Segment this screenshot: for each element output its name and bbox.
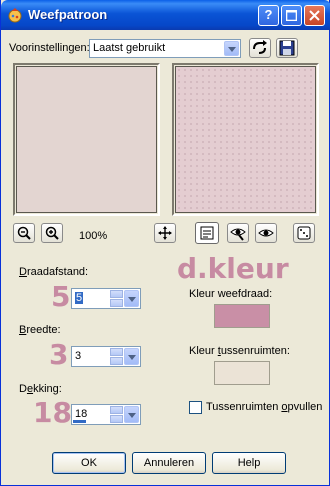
- gap-color-label: Kleur tussenruimten:: [189, 345, 290, 357]
- zoom-level: 100%: [79, 230, 108, 242]
- thread-width-spinner[interactable]: 5: [71, 288, 141, 309]
- dice-icon: [297, 226, 311, 240]
- chevron-down-icon[interactable]: [124, 406, 139, 423]
- coverage-annotation: 18: [33, 396, 72, 429]
- reset-preset-button[interactable]: [249, 38, 271, 58]
- close-icon: [309, 10, 320, 21]
- help-button[interactable]: Help: [212, 452, 286, 474]
- presets-value: Laatst gebruikt: [93, 42, 166, 54]
- up-arrow-icon[interactable]: [110, 290, 123, 298]
- help-title-button[interactable]: ?: [258, 5, 279, 26]
- preview-after-image: [175, 66, 316, 213]
- cancel-button[interactable]: Annuleren: [132, 452, 206, 474]
- down-arrow-icon[interactable]: [110, 299, 123, 307]
- eye-icon: [258, 229, 274, 237]
- fill-gaps-checkbox[interactable]: [189, 401, 202, 414]
- down-arrow-icon[interactable]: [110, 357, 123, 365]
- preview-on-image-toggle[interactable]: [195, 222, 219, 244]
- gap-color-swatch[interactable]: [214, 361, 270, 385]
- weave-color-swatch[interactable]: [214, 304, 270, 328]
- title-bar[interactable]: Weefpatroon ?: [1, 0, 330, 30]
- coverage-label: Dekking:: [19, 383, 62, 395]
- zoom-out-button[interactable]: [13, 223, 35, 243]
- presets-label: Voorinstellingen:: [9, 42, 90, 54]
- chevron-down-icon[interactable]: [124, 290, 139, 307]
- auto-proof-button[interactable]: [255, 223, 277, 243]
- down-arrow-icon[interactable]: [110, 415, 123, 423]
- pan-button[interactable]: [154, 223, 176, 243]
- close-button[interactable]: [304, 5, 325, 26]
- zoom-in-icon: [45, 226, 59, 240]
- up-arrow-icon[interactable]: [110, 348, 123, 356]
- width-spinner[interactable]: 3: [71, 346, 141, 367]
- width-stepper[interactable]: [110, 348, 123, 365]
- presets-dropdown[interactable]: Laatst gebruikt: [89, 39, 241, 58]
- floppy-disk-icon: [279, 40, 295, 56]
- width-value[interactable]: 3: [75, 350, 81, 362]
- preview-after: [172, 63, 319, 216]
- ok-button[interactable]: OK: [52, 452, 126, 474]
- maximize-icon: [285, 9, 298, 22]
- thread-width-annotation: 5: [51, 280, 71, 313]
- window-title: Weefpatroon: [28, 7, 108, 22]
- move-arrows-icon: [158, 226, 172, 240]
- width-annotation: 3: [49, 338, 69, 371]
- zoom-out-icon: [17, 226, 31, 240]
- app-icon: [8, 8, 22, 23]
- preview-window-icon: [200, 226, 214, 240]
- width-label: Breedte:: [19, 324, 61, 336]
- coverage-value[interactable]: 18: [75, 408, 87, 420]
- proof-button[interactable]: [227, 223, 249, 243]
- save-preset-button[interactable]: [276, 38, 298, 58]
- weave-color-label: Kleur weefdraad:: [189, 288, 273, 300]
- zoom-in-button[interactable]: [41, 223, 63, 243]
- thread-width-stepper[interactable]: [110, 290, 123, 307]
- dialog-window: Weefpatroon ? Voorinstellingen: Laatst g…: [0, 0, 330, 486]
- maximize-button[interactable]: [281, 5, 302, 26]
- eye-hand-icon: [230, 228, 246, 241]
- up-arrow-icon[interactable]: [110, 406, 123, 414]
- chevron-down-icon[interactable]: [224, 41, 239, 56]
- thread-width-label: Draadafstand:: [19, 266, 89, 278]
- reset-arrow-icon: [253, 40, 267, 54]
- coverage-stepper[interactable]: [110, 406, 123, 423]
- thread-width-value[interactable]: 5: [75, 292, 84, 304]
- randomize-button[interactable]: [293, 223, 315, 243]
- coverage-level-bar: [73, 420, 86, 423]
- fill-gaps-label: Tussenruimten opvullen: [206, 401, 323, 413]
- color-annotation: d.kleur: [177, 252, 289, 285]
- preview-before: [13, 63, 160, 216]
- chevron-down-icon[interactable]: [124, 348, 139, 365]
- preview-before-image: [16, 66, 157, 213]
- coverage-spinner[interactable]: 18: [71, 404, 141, 425]
